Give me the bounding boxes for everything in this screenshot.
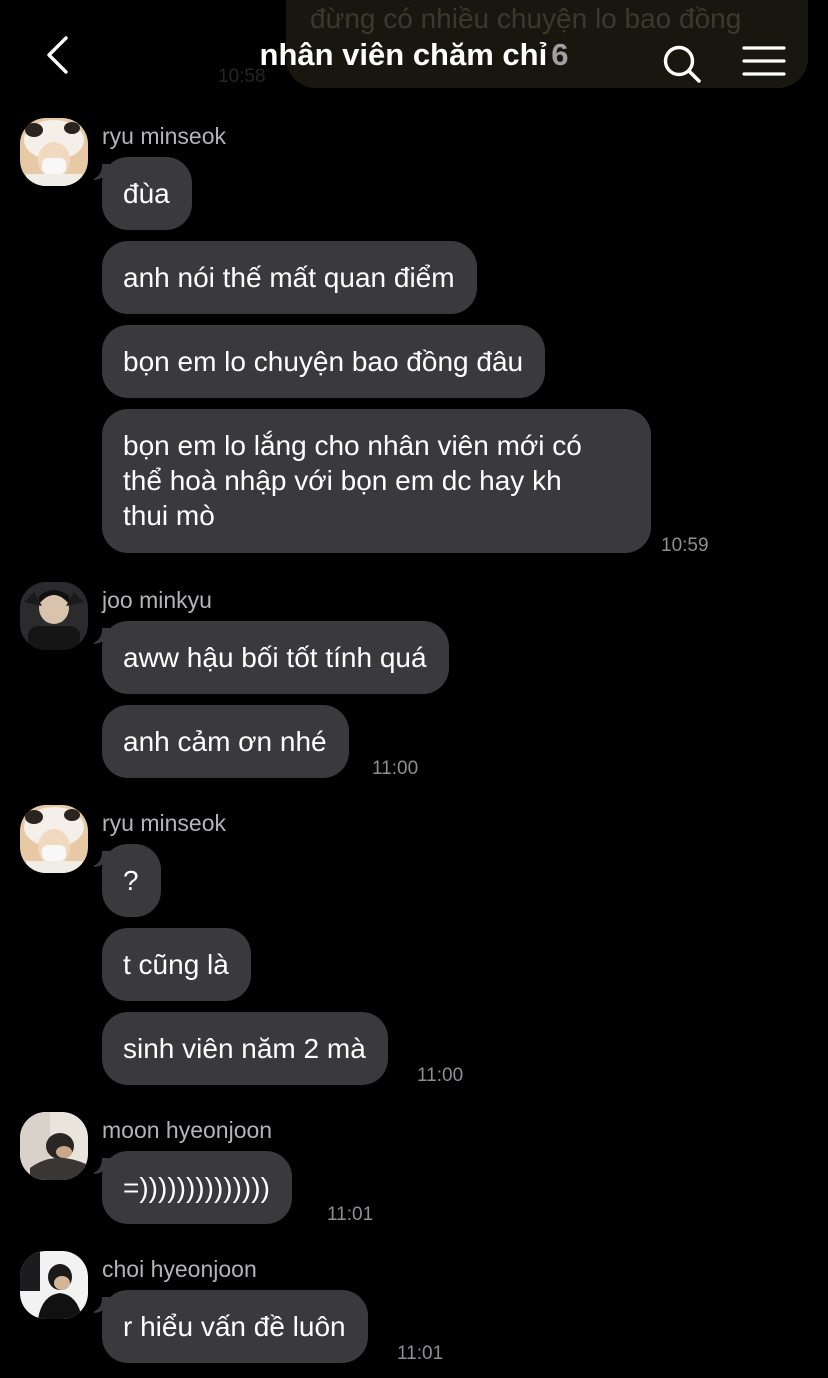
hamburger-menu-icon: [742, 46, 786, 76]
avatar-ryu-minseok[interactable]: [20, 118, 88, 186]
member-count: 6: [551, 37, 569, 72]
message-bubble[interactable]: r hiểu vấn đề luôn: [102, 1290, 368, 1363]
avatar-joo-minkyu[interactable]: [20, 582, 88, 650]
search-icon: [663, 45, 701, 83]
message-bubble[interactable]: anh cảm ơn nhé: [102, 705, 349, 778]
message-bubble[interactable]: anh nói thế mất quan điểm: [102, 241, 477, 314]
message-bubble[interactable]: đùa: [102, 157, 192, 230]
message-time: 11:00: [372, 758, 419, 779]
menu-button[interactable]: [742, 44, 786, 80]
message-bubble[interactable]: =)))))))))))))): [102, 1151, 292, 1224]
previous-outgoing-text: đừng có nhiều chuyện lo bao đồng: [310, 3, 742, 34]
message-bubble[interactable]: t cũng là: [102, 928, 251, 1001]
search-button[interactable]: [660, 42, 706, 88]
message-time: 10:59: [661, 535, 709, 556]
message-bubble[interactable]: ?: [102, 844, 161, 917]
sender-name: moon hyeonjoon: [102, 1117, 273, 1143]
sender-name: choi hyeonjoon: [102, 1256, 257, 1282]
avatar-moon-hyeonjoon[interactable]: [20, 1112, 88, 1180]
message-bubble[interactable]: bọn em lo lắng cho nhân viên mới có thể …: [102, 409, 651, 553]
message-bubble[interactable]: aww hậu bối tốt tính quá: [102, 621, 449, 694]
sender-name: ryu minseok: [102, 810, 226, 836]
message-time: 11:01: [327, 1204, 374, 1225]
avatar-choi-hyeonjoon[interactable]: [20, 1251, 88, 1319]
message-bubble[interactable]: sinh viên năm 2 mà: [102, 1012, 388, 1085]
message-time: 11:01: [397, 1343, 444, 1364]
message-bubble[interactable]: bọn em lo chuyện bao đồng đâu: [102, 325, 546, 398]
avatar-ryu-minseok[interactable]: [20, 805, 88, 873]
sender-name: joo minkyu: [102, 587, 212, 613]
message-time: 11:00: [417, 1065, 464, 1086]
sender-name: ryu minseok: [102, 123, 226, 149]
chat-title-text: nhân viên chăm chỉ: [259, 37, 548, 72]
